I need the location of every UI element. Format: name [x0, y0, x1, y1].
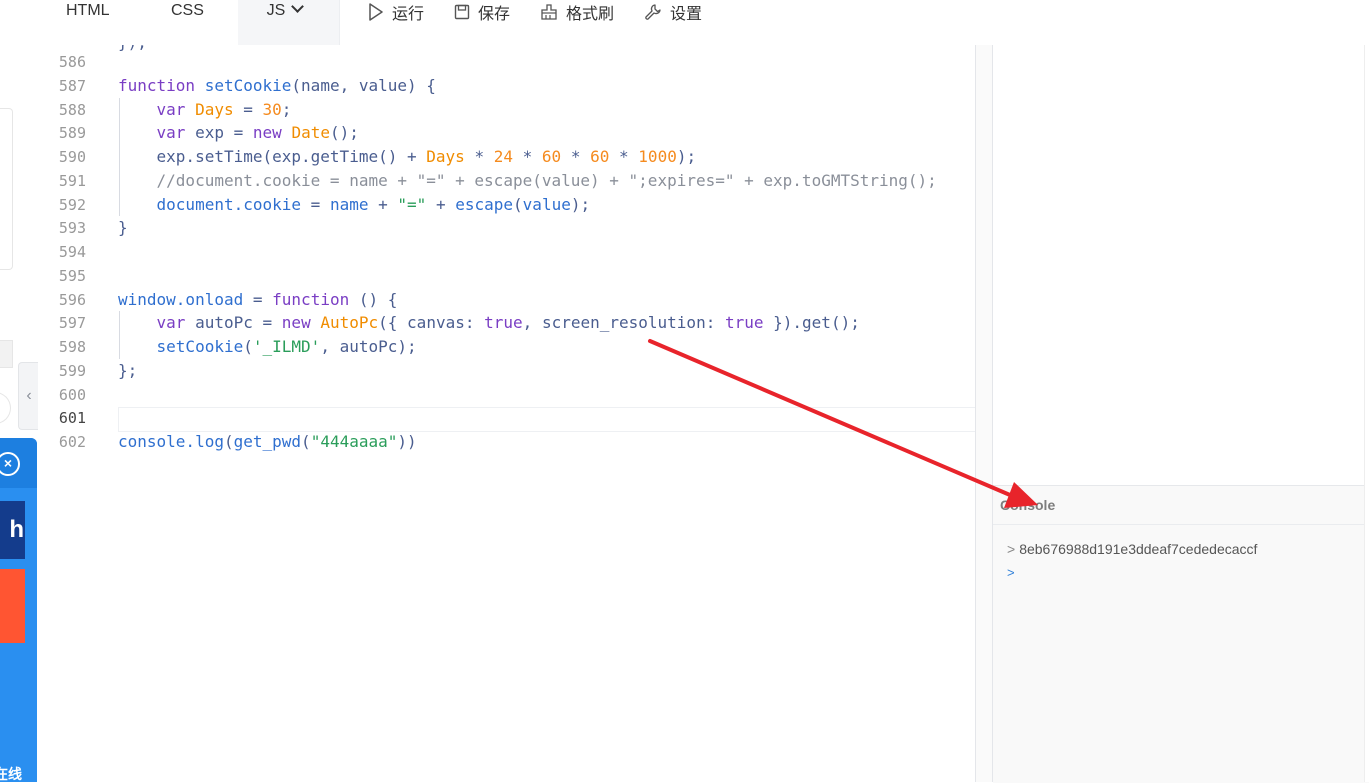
line-number: 593: [58, 219, 86, 238]
editor-scrollbar[interactable]: [976, 45, 993, 782]
settings-label: 设置: [670, 6, 703, 23]
code-line: 598 setCookie('_ILMD', autoPc);: [38, 335, 975, 359]
ad-banner-red[interactable]: [0, 569, 25, 643]
close-icon[interactable]: ×: [0, 452, 20, 476]
line-number: 589: [58, 124, 86, 143]
line-number: 594: [58, 243, 86, 261]
code-text: function setCookie(name, value) {: [118, 75, 436, 95]
editor-toolbar: HTML CSS JS 运行 保存 格式刷 设置: [38, 0, 1369, 46]
line-number: 598: [58, 338, 86, 356]
code-text: var Days = 30;: [156, 99, 292, 119]
console-header: Console: [993, 486, 1369, 525]
line-number: 590: [58, 148, 86, 166]
settings-button[interactable]: 设置: [644, 0, 702, 24]
code-text: exp.setTime(exp.getTime() + Days * 24 * …: [156, 147, 697, 166]
sidebar-round-button-edge[interactable]: [0, 392, 11, 424]
sidebar-input-edge[interactable]: [0, 340, 13, 368]
code-line: 589 var exp = new Date();: [38, 121, 975, 145]
console-panel: Console >8eb676988d191e3ddeaf7cededecacc…: [993, 485, 1369, 783]
line-number: 595: [58, 266, 86, 285]
code-line: 602 console.log(get_pwd("444aaaa")): [38, 430, 975, 454]
brush-icon: [541, 4, 557, 20]
save-label: 保存: [478, 6, 511, 23]
format-label: 格式刷: [566, 6, 615, 23]
indent-guide: [119, 97, 120, 217]
floppy-icon: [454, 4, 470, 20]
line-number: 597: [58, 314, 86, 333]
preview-pane: [993, 45, 1369, 485]
console-title: Console: [1000, 497, 1056, 513]
code-line: 592 document.cookie = name + "=" + escap…: [38, 193, 975, 217]
tab-css-label: CSS: [171, 2, 204, 19]
code-text: };: [118, 360, 138, 380]
line-number: 591: [58, 171, 86, 190]
line-number: 586: [58, 53, 86, 71]
code-line: 596 window.onload = function () {: [38, 288, 975, 312]
wrench-icon: [645, 4, 661, 20]
line-number: 602: [58, 433, 86, 451]
play-icon: [369, 3, 383, 21]
code-line: 593}: [38, 216, 975, 240]
save-button[interactable]: 保存: [454, 0, 510, 24]
format-button[interactable]: 格式刷: [540, 0, 614, 24]
tab-js-label: JS: [266, 2, 286, 19]
console-output-line: >8eb676988d191e3ddeaf7cededecaccf: [1007, 541, 1257, 557]
code-line: 595: [38, 264, 975, 288]
code-line: 600: [38, 383, 975, 407]
console-output-prompt: >: [1007, 541, 1016, 557]
run-label: 运行: [392, 6, 425, 23]
code-line: 587 function setCookie(name, value) {: [38, 74, 975, 98]
console-input[interactable]: >: [1007, 565, 1015, 580]
code-text: console.log(get_pwd("444aaaa")): [118, 432, 417, 451]
code-line: 590 exp.setTime(exp.getTime() + Days * 2…: [38, 145, 975, 169]
side-ad-panel[interactable]: × h 在线: [0, 438, 37, 782]
code-line: 591 //document.cookie = name + "=" + esc…: [38, 169, 975, 193]
code-line: 586: [38, 50, 975, 74]
code-line: 594: [38, 240, 975, 264]
run-button[interactable]: 运行: [368, 0, 424, 24]
ad-label: 在线: [0, 766, 22, 782]
code-editor[interactable]: }); 586587function setCookie(name, value…: [38, 45, 975, 782]
code-line: 588 var Days = 30;: [38, 98, 975, 122]
tab-html-label: HTML: [66, 2, 110, 19]
tab-css[interactable]: CSS: [171, 0, 204, 45]
line-number: 592: [58, 195, 86, 214]
code-text: window.onload = function () {: [118, 289, 398, 309]
tab-html[interactable]: HTML: [66, 0, 110, 45]
code-text: var exp = new Date();: [156, 123, 359, 143]
line-number: 596: [58, 290, 86, 309]
line-number: 600: [58, 385, 86, 404]
line-number: 588: [58, 100, 86, 119]
console-output-text: 8eb676988d191e3ddeaf7cededecaccf: [1019, 541, 1258, 557]
indent-guide: [119, 311, 120, 359]
toolbar-divider: [339, 0, 340, 45]
code-line: 599};: [38, 359, 975, 383]
line-number: 601: [58, 409, 86, 428]
line-number: 599: [58, 361, 86, 380]
collapse-panel-button[interactable]: ‹: [18, 362, 39, 430]
tab-js[interactable]: JS: [238, 0, 339, 45]
code-text: document.cookie = name + "=" + escape(va…: [156, 194, 591, 214]
code-text: //document.cookie = name + "=" + escape(…: [156, 170, 937, 190]
code-text: }: [118, 218, 128, 238]
code-line: 601: [38, 406, 975, 430]
chevron-left-icon: ‹: [26, 387, 32, 404]
code-text: var autoPc = new AutoPc({ canvas: true, …: [156, 313, 860, 333]
code-line: 597 var autoPc = new AutoPc({ canvas: tr…: [38, 311, 975, 335]
window-scrollbar[interactable]: [1364, 45, 1369, 782]
sidebar-card-edge: [0, 108, 13, 270]
ad-logo: h: [0, 501, 25, 559]
ad-header: ×: [0, 438, 37, 488]
code-text: setCookie('_ILMD', autoPc);: [156, 337, 417, 356]
chevron-down-icon: [291, 0, 305, 13]
line-number: 587: [58, 76, 86, 95]
